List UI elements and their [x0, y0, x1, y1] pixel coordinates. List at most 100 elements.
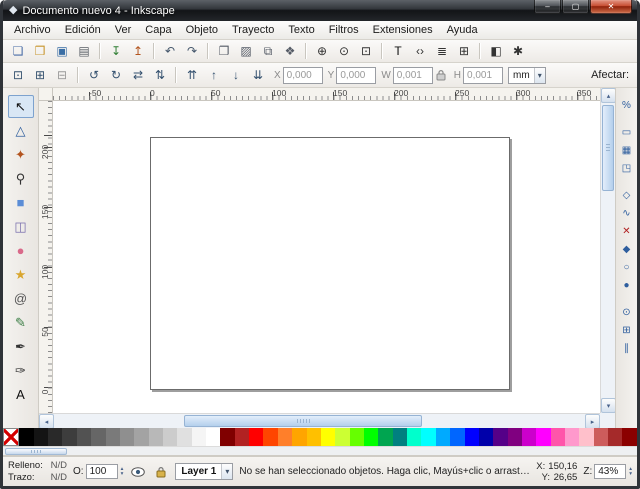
canvas[interactable]: [53, 101, 600, 413]
no-color-swatch[interactable]: [3, 428, 19, 446]
color-swatch[interactable]: [19, 428, 33, 446]
menu-archivo[interactable]: Archivo: [7, 22, 58, 38]
color-swatch[interactable]: [220, 428, 234, 446]
color-swatch[interactable]: [608, 428, 622, 446]
color-swatch[interactable]: [134, 428, 148, 446]
spinner-icon[interactable]: ▴▾: [629, 467, 632, 476]
lower-to-bottom-button[interactable]: ⇊: [248, 66, 268, 85]
menu-objeto[interactable]: Objeto: [179, 22, 225, 38]
menu-edicion[interactable]: Edición: [58, 22, 108, 38]
open-document-button[interactable]: ❒: [30, 42, 50, 61]
spiral-tool[interactable]: @: [8, 287, 34, 310]
color-swatch[interactable]: [579, 428, 593, 446]
snap-intersections-button[interactable]: ✕: [618, 223, 636, 240]
x-field[interactable]: 0,000: [283, 67, 323, 84]
tweak-tool[interactable]: ✦: [8, 143, 34, 166]
scroll-up-button[interactable]: ▴: [601, 88, 616, 103]
xml-editor-button[interactable]: ‹›: [410, 42, 430, 61]
color-swatch[interactable]: [479, 428, 493, 446]
spin-down-icon[interactable]: ▾: [121, 472, 124, 477]
horizontal-scroll-track[interactable]: [54, 414, 585, 428]
menu-texto[interactable]: Texto: [281, 22, 321, 38]
snap-bbox-edges-button[interactable]: ▦: [618, 142, 636, 159]
color-swatch[interactable]: [292, 428, 306, 446]
flip-vertical-button[interactable]: ⇅: [150, 66, 170, 85]
snap-nodes-button[interactable]: ◇: [618, 187, 636, 204]
menu-trayecto[interactable]: Trayecto: [225, 22, 281, 38]
zoom-tool[interactable]: ⚲: [8, 167, 34, 190]
color-swatch[interactable]: [522, 428, 536, 446]
zoom-page-button[interactable]: ⊡: [356, 42, 376, 61]
color-swatch[interactable]: [335, 428, 349, 446]
rotate-cw-button[interactable]: ↻: [106, 66, 126, 85]
flip-horizontal-button[interactable]: ⇄: [128, 66, 148, 85]
preferences-button[interactable]: ✱: [508, 42, 528, 61]
vertical-scroll-track[interactable]: [601, 103, 615, 398]
snap-paths-button[interactable]: ∿: [618, 205, 636, 222]
color-swatch[interactable]: [436, 428, 450, 446]
text-dialog-button[interactable]: T: [388, 42, 408, 61]
fill-stroke-indicator[interactable]: Relleno: N/D Trazo: N/D: [8, 460, 67, 484]
vertical-scrollbar[interactable]: ▴ ▾: [600, 88, 615, 413]
color-swatch[interactable]: [177, 428, 191, 446]
menu-capa[interactable]: Capa: [138, 22, 178, 38]
chevron-down-icon[interactable]: ▾: [221, 464, 232, 479]
scroll-down-button[interactable]: ▾: [601, 398, 616, 413]
select-all-button[interactable]: ⊡: [8, 66, 28, 85]
color-swatch[interactable]: [407, 428, 421, 446]
color-swatch[interactable]: [77, 428, 91, 446]
color-swatch[interactable]: [235, 428, 249, 446]
snap-midpoints-button[interactable]: ●: [618, 277, 636, 294]
maximize-button[interactable]: ▢: [562, 0, 589, 14]
color-swatch[interactable]: [206, 428, 220, 446]
spin-down-icon[interactable]: ▾: [629, 472, 632, 477]
snap-centers-button[interactable]: ⊙: [618, 304, 636, 321]
color-swatch[interactable]: [307, 428, 321, 446]
color-swatch[interactable]: [34, 428, 48, 446]
calligraphy-tool[interactable]: ✑: [8, 359, 34, 382]
node-tool[interactable]: △: [8, 119, 34, 142]
spinner-icon[interactable]: ▴▾: [121, 467, 124, 476]
color-swatch[interactable]: [450, 428, 464, 446]
layer-dropdown[interactable]: Layer 1 ▾: [175, 463, 233, 480]
selector-tool[interactable]: ↖: [8, 95, 34, 118]
color-swatch[interactable]: [508, 428, 522, 446]
color-swatch[interactable]: [364, 428, 378, 446]
menu-filtros[interactable]: Filtros: [322, 22, 366, 38]
color-swatch[interactable]: [249, 428, 263, 446]
color-swatch[interactable]: [622, 428, 636, 446]
ellipse-tool[interactable]: ●: [8, 239, 34, 262]
align-dialog-button[interactable]: ⊞: [454, 42, 474, 61]
scroll-left-button[interactable]: ◂: [39, 414, 54, 429]
color-swatch[interactable]: [493, 428, 507, 446]
menu-ayuda[interactable]: Ayuda: [440, 22, 485, 38]
snap-guides-button[interactable]: ∥: [618, 340, 636, 357]
color-swatch[interactable]: [48, 428, 62, 446]
zoom-field[interactable]: 43%: [594, 464, 626, 479]
chevron-down-icon[interactable]: ▾: [534, 68, 545, 83]
enable-snapping-button[interactable]: %: [618, 97, 636, 114]
deselect-button[interactable]: ⊟: [52, 66, 72, 85]
color-swatch[interactable]: [62, 428, 76, 446]
snap-smooth-nodes-button[interactable]: ○: [618, 259, 636, 276]
fill-stroke-dialog-button[interactable]: ◧: [486, 42, 506, 61]
new-document-button[interactable]: ❏: [8, 42, 28, 61]
color-swatch[interactable]: [278, 428, 292, 446]
duplicate-button[interactable]: ⧉: [258, 42, 278, 61]
color-swatch[interactable]: [393, 428, 407, 446]
redo-button[interactable]: ↷: [182, 42, 202, 61]
snap-grid-button[interactable]: ⊞: [618, 322, 636, 339]
raise-button[interactable]: ↑: [204, 66, 224, 85]
palette-scrollbar[interactable]: [3, 446, 637, 456]
export-button[interactable]: ↥: [128, 42, 148, 61]
titlebar[interactable]: ◆ Documento nuevo 4 - Inkscape – ▢ ✕: [3, 0, 637, 21]
horizontal-ruler[interactable]: -50050100150200250300350: [53, 88, 600, 101]
zoom-selection-button[interactable]: ⊕: [312, 42, 332, 61]
horizontal-scroll-thumb[interactable]: [184, 415, 422, 427]
color-swatch[interactable]: [551, 428, 565, 446]
color-swatch[interactable]: [594, 428, 608, 446]
box3d-tool[interactable]: ◫: [8, 215, 34, 238]
color-swatch[interactable]: [565, 428, 579, 446]
minimize-button[interactable]: –: [534, 0, 561, 14]
color-swatch[interactable]: [91, 428, 105, 446]
